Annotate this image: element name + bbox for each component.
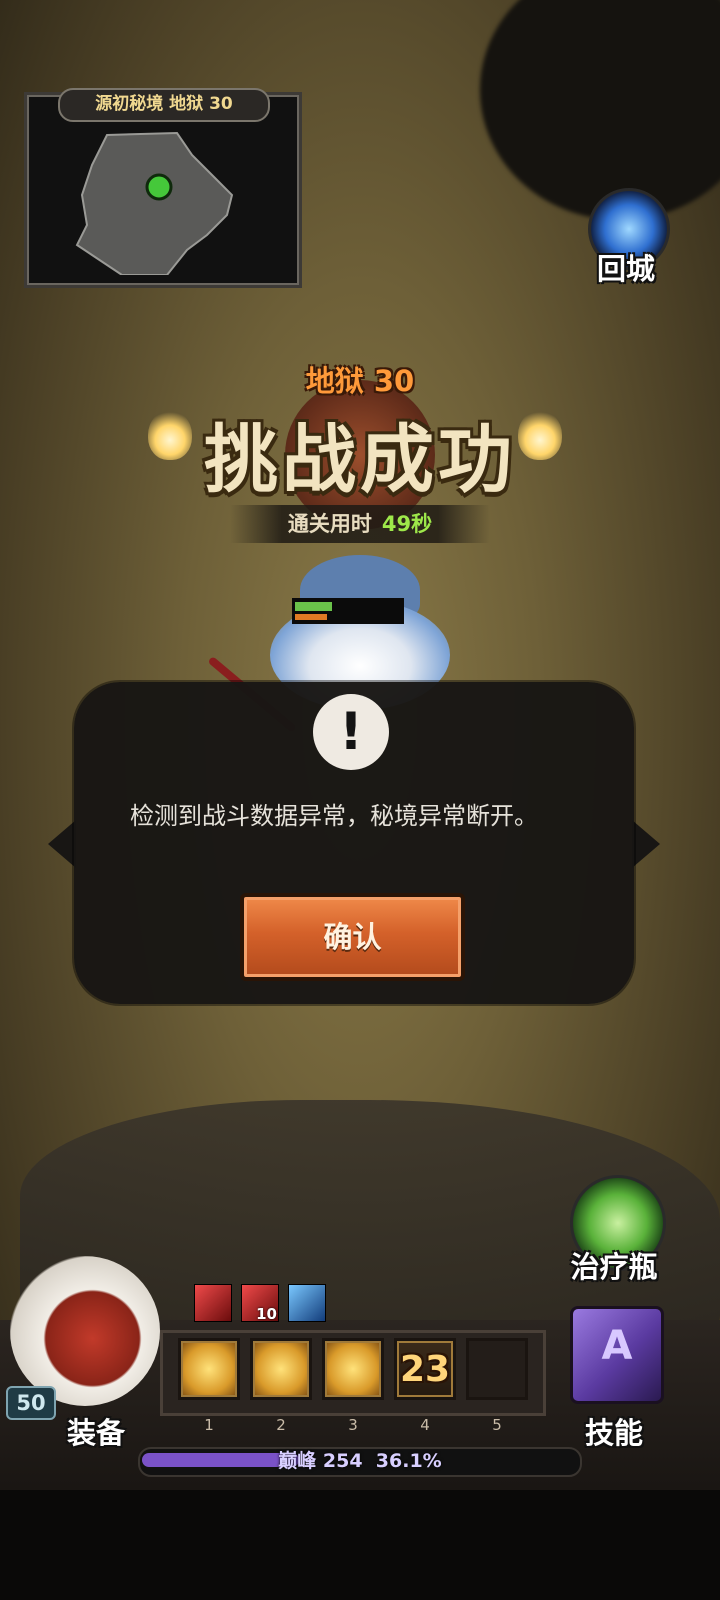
red-buff-icon[interactable]: 10 [241,1284,279,1323]
xp-bar: 巅峰 254 36.1% [138,1447,582,1477]
dialog-notch [632,820,660,868]
skill-slot-3[interactable] [322,1338,384,1400]
equipment-label[interactable]: 装备 [54,1410,138,1452]
dialog-message: 检测到战斗数据异常，秘境异常断开。 [130,802,538,830]
hud-footer [0,1490,720,1600]
return-town-label[interactable]: 回城 [578,246,674,288]
slot-number: 4 [400,1414,450,1436]
health-fill [295,602,333,611]
red-buff-icon[interactable] [194,1284,232,1322]
xp-percent: 36.1% [375,1450,442,1472]
slot-number: 3 [328,1414,378,1436]
potion-label[interactable]: 治疗瓶 [558,1244,670,1286]
skill-slot-4[interactable]: 23 [394,1338,456,1400]
skills-label[interactable]: 技能 [572,1410,656,1452]
hero-health-bar [292,598,404,624]
victory-title: 挑战成功 [204,417,516,503]
skill-cooldown-value: 23 [399,1349,451,1390]
game-screen: 源初秘境 地狱 30 回城 地狱 30 挑战成功 通关用时 49秒 ! 检测到战斗… [0,0,720,1600]
book-rune-icon: A [601,1323,633,1369]
player-marker-icon [145,173,173,201]
slot-number: 2 [256,1414,306,1436]
minimap-title: 源初秘境 地狱 30 [58,88,270,122]
dark-terrain [480,0,720,220]
minimap-terrain [75,131,234,275]
spellbook-icon[interactable]: A [570,1306,664,1404]
clear-time-value: 49秒 [381,512,433,536]
skill-slot-2[interactable] [250,1338,312,1400]
slot-number: 5 [472,1414,522,1436]
xp-label: 巅峰 254 [278,1450,363,1472]
slot-number: 1 [184,1414,234,1436]
confirm-button[interactable]: 确认 [240,893,465,981]
skill-slot-1[interactable] [178,1338,240,1400]
hero-avatar[interactable] [10,1256,160,1406]
buff-stack-count: 10 [256,1305,277,1323]
blue-buff-icon[interactable] [288,1284,326,1322]
hell-level-label: 地狱 30 [305,364,415,398]
xp-text: 巅峰 254 36.1% [140,1449,580,1473]
clear-time-bar: 通关用时 49秒 [230,505,490,543]
mana-fill [295,614,327,620]
dialog-notch [48,820,76,868]
hero-level-badge: 50 [6,1386,56,1420]
clear-time-label: 通关用时 [287,512,372,536]
skill-slot-5[interactable] [466,1338,528,1400]
exclamation-icon: ! [313,694,389,770]
